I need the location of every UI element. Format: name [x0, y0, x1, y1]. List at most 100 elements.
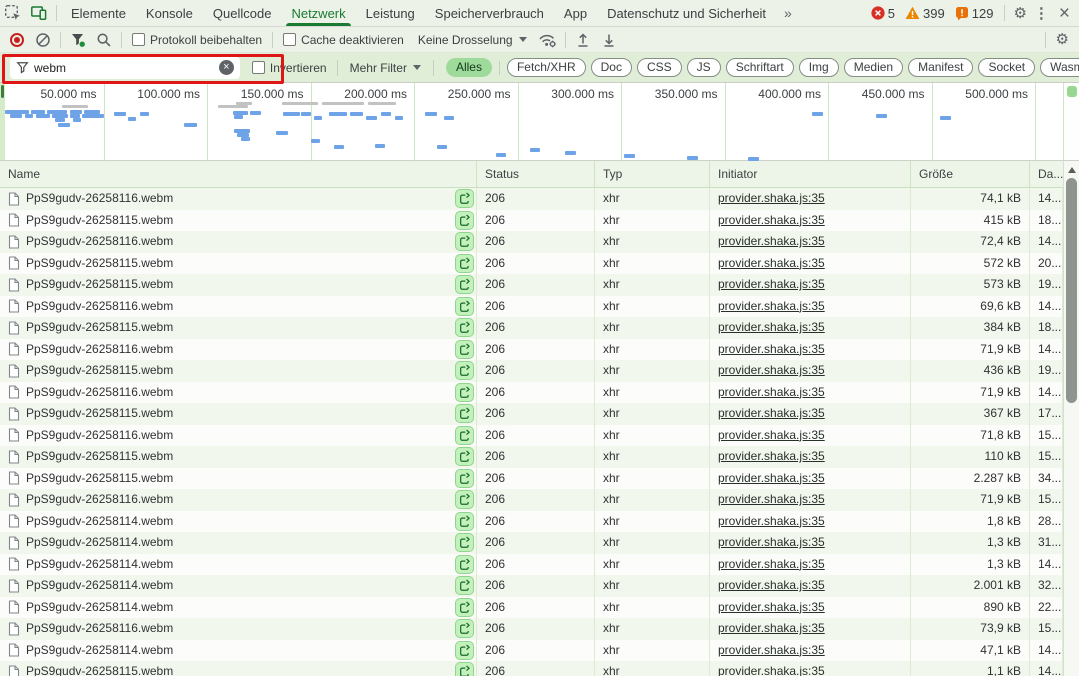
vertical-scrollbar[interactable] — [1063, 161, 1079, 676]
clear-filter-icon[interactable]: × — [219, 60, 234, 75]
initiator-link[interactable]: provider.shaka.js:35 — [718, 492, 825, 506]
initiator-link[interactable]: provider.shaka.js:35 — [718, 320, 825, 334]
console-warnings-badge[interactable]: 399 — [902, 6, 948, 21]
initiator-link[interactable]: provider.shaka.js:35 — [718, 514, 825, 528]
table-row[interactable]: PpS9gudv-26258116.webm 206 xhr provider.… — [0, 231, 1079, 253]
clear-network-log-icon[interactable] — [30, 28, 56, 52]
chip-socket[interactable]: Socket — [978, 58, 1035, 77]
table-row[interactable]: PpS9gudv-26258115.webm 206 xhr provider.… — [0, 360, 1079, 382]
initiator-link[interactable]: provider.shaka.js:35 — [718, 385, 825, 399]
tab-leistung[interactable]: Leistung — [356, 0, 425, 26]
initiator-link[interactable]: provider.shaka.js:35 — [718, 557, 825, 571]
inspect-element-icon[interactable] — [0, 1, 26, 25]
table-row[interactable]: PpS9gudv-26258116.webm 206 xhr provider.… — [0, 382, 1079, 404]
tab-app[interactable]: App — [554, 0, 597, 26]
device-toolbar-icon[interactable] — [26, 1, 52, 25]
throttling-select[interactable]: Keine Drosselung — [418, 33, 527, 47]
checkbox-box[interactable] — [132, 33, 145, 46]
chip-js[interactable]: JS — [687, 58, 721, 77]
settings-gear-icon[interactable]: ⚙ — [1013, 6, 1026, 21]
table-row[interactable]: PpS9gudv-26258114.webm 206 xhr provider.… — [0, 511, 1079, 533]
table-row[interactable]: PpS9gudv-26258116.webm 206 xhr provider.… — [0, 618, 1079, 640]
column-header-status[interactable]: Status — [477, 161, 595, 187]
filter-input[interactable]: × — [10, 57, 240, 79]
chip-schriftart[interactable]: Schriftart — [726, 58, 794, 77]
scroll-up-arrow-icon[interactable] — [1068, 167, 1076, 173]
chip-manifest[interactable]: Manifest — [908, 58, 973, 77]
initiator-link[interactable]: provider.shaka.js:35 — [718, 191, 825, 205]
initiator-link[interactable]: provider.shaka.js:35 — [718, 363, 825, 377]
timeline-canvas[interactable]: 50.000 ms100.000 ms150.000 ms200.000 ms2… — [0, 83, 1063, 161]
table-row[interactable]: PpS9gudv-26258116.webm 206 xhr provider.… — [0, 489, 1079, 511]
column-header-typ[interactable]: Typ — [595, 161, 710, 187]
table-row[interactable]: PpS9gudv-26258114.webm 206 xhr provider.… — [0, 532, 1079, 554]
filter-text-input[interactable] — [34, 61, 215, 75]
network-conditions-icon[interactable] — [535, 28, 561, 52]
chip-doc[interactable]: Doc — [591, 58, 632, 77]
tab-konsole[interactable]: Konsole — [136, 0, 203, 26]
chip-img[interactable]: Img — [799, 58, 839, 77]
tab-datenschutz-und-sicherheit[interactable]: Datenschutz und Sicherheit — [597, 0, 776, 26]
export-har-icon[interactable] — [596, 28, 622, 52]
filter-funnel-icon[interactable] — [65, 28, 91, 52]
table-row[interactable]: PpS9gudv-26258115.webm 206 xhr provider.… — [0, 317, 1079, 339]
timeline-left-handle[interactable] — [0, 83, 5, 160]
initiator-link[interactable]: provider.shaka.js:35 — [718, 213, 825, 227]
initiator-link[interactable]: provider.shaka.js:35 — [718, 600, 825, 614]
more-tabs-button[interactable]: » — [776, 5, 800, 21]
chip-css[interactable]: CSS — [637, 58, 682, 77]
initiator-link[interactable]: provider.shaka.js:35 — [718, 449, 825, 463]
table-row[interactable]: PpS9gudv-26258114.webm 206 xhr provider.… — [0, 575, 1079, 597]
initiator-link[interactable]: provider.shaka.js:35 — [718, 256, 825, 270]
initiator-link[interactable]: provider.shaka.js:35 — [718, 664, 825, 676]
import-har-icon[interactable] — [570, 28, 596, 52]
kebab-menu-icon[interactable]: ⋮ — [1031, 6, 1052, 21]
disable-cache-checkbox[interactable]: Cache deaktivieren — [283, 33, 404, 47]
close-devtools-icon[interactable]: × — [1056, 4, 1073, 23]
initiator-link[interactable]: provider.shaka.js:35 — [718, 342, 825, 356]
record-network-log-button[interactable] — [10, 33, 24, 47]
checkbox-box[interactable] — [252, 61, 265, 74]
initiator-link[interactable]: provider.shaka.js:35 — [718, 299, 825, 313]
table-row[interactable]: PpS9gudv-26258115.webm 206 xhr provider.… — [0, 274, 1079, 296]
table-row[interactable]: PpS9gudv-26258116.webm 206 xhr provider.… — [0, 339, 1079, 361]
checkbox-box[interactable] — [283, 33, 296, 46]
tab-speicherverbrauch[interactable]: Speicherverbrauch — [425, 0, 554, 26]
table-row[interactable]: PpS9gudv-26258115.webm 206 xhr provider.… — [0, 468, 1079, 490]
initiator-link[interactable]: provider.shaka.js:35 — [718, 234, 825, 248]
chip-alles[interactable]: Alles — [446, 58, 492, 77]
table-row[interactable]: PpS9gudv-26258114.webm 206 xhr provider.… — [0, 640, 1079, 662]
table-row[interactable]: PpS9gudv-26258116.webm 206 xhr provider.… — [0, 425, 1079, 447]
network-settings-gear-icon[interactable]: ⚙ — [1056, 32, 1069, 47]
column-header-initiator[interactable]: Initiator — [710, 161, 911, 187]
scrollbar-thumb[interactable] — [1066, 178, 1077, 403]
initiator-link[interactable]: provider.shaka.js:35 — [718, 428, 825, 442]
tab-netzwerk[interactable]: Netzwerk — [281, 0, 355, 26]
initiator-link[interactable]: provider.shaka.js:35 — [718, 621, 825, 635]
invert-filter-checkbox[interactable]: Invertieren — [252, 61, 327, 75]
table-row[interactable]: PpS9gudv-26258115.webm 206 xhr provider.… — [0, 446, 1079, 468]
initiator-link[interactable]: provider.shaka.js:35 — [718, 471, 825, 485]
initiator-link[interactable]: provider.shaka.js:35 — [718, 535, 825, 549]
table-row[interactable]: PpS9gudv-26258115.webm 206 xhr provider.… — [0, 661, 1079, 676]
table-row[interactable]: PpS9gudv-26258114.webm 206 xhr provider.… — [0, 597, 1079, 619]
column-header-dauer[interactable]: Da... — [1030, 161, 1063, 187]
table-row[interactable]: PpS9gudv-26258115.webm 206 xhr provider.… — [0, 253, 1079, 275]
initiator-link[interactable]: provider.shaka.js:35 — [718, 643, 825, 657]
chip-fetch-xhr[interactable]: Fetch/XHR — [507, 58, 586, 77]
table-row[interactable]: PpS9gudv-26258115.webm 206 xhr provider.… — [0, 403, 1079, 425]
tab-quellcode[interactable]: Quellcode — [203, 0, 282, 26]
search-icon[interactable] — [91, 28, 117, 52]
initiator-link[interactable]: provider.shaka.js:35 — [718, 277, 825, 291]
column-header-name[interactable]: Name — [0, 161, 477, 187]
table-row[interactable]: PpS9gudv-26258115.webm 206 xhr provider.… — [0, 210, 1079, 232]
tab-elemente[interactable]: Elemente — [61, 0, 136, 26]
preserve-log-checkbox[interactable]: Protokoll beibehalten — [132, 33, 262, 47]
table-row[interactable]: PpS9gudv-26258116.webm 206 xhr provider.… — [0, 188, 1079, 210]
chip-medien[interactable]: Medien — [844, 58, 903, 77]
issues-badge[interactable]: 129 — [952, 6, 997, 21]
more-filters-dropdown[interactable]: Mehr Filter — [350, 61, 421, 75]
console-errors-badge[interactable]: 5 — [868, 6, 898, 21]
table-row[interactable]: PpS9gudv-26258116.webm 206 xhr provider.… — [0, 296, 1079, 318]
chip-wasm[interactable]: Wasm — [1040, 58, 1079, 77]
